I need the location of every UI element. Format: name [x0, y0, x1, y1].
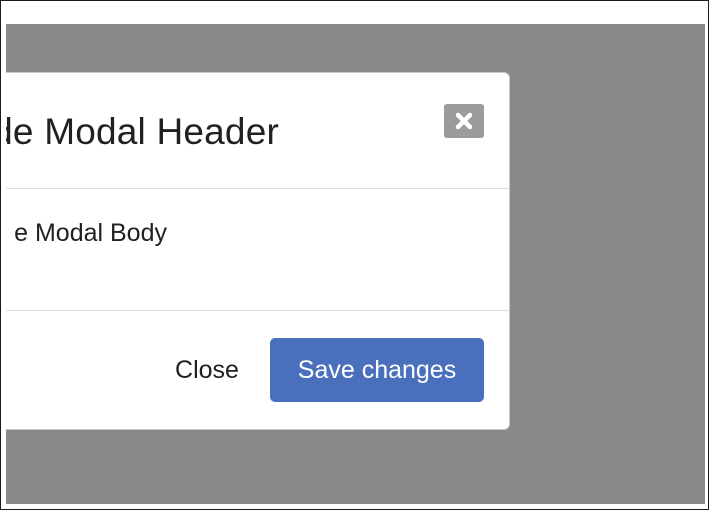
- modal-footer: Close Save changes: [6, 311, 509, 429]
- modal-header: de Modal Header: [6, 73, 509, 189]
- screenshot-frame: de Modal Header e Modal Body Close Save …: [0, 0, 709, 510]
- modal-backdrop[interactable]: de Modal Header e Modal Body Close Save …: [6, 24, 705, 504]
- close-x-glyph: [455, 112, 473, 130]
- close-icon[interactable]: [444, 104, 484, 138]
- modal-body-text: e Modal Body: [14, 219, 167, 247]
- close-button[interactable]: Close: [157, 338, 257, 402]
- modal-dialog: de Modal Header e Modal Body Close Save …: [6, 72, 510, 430]
- save-changes-button[interactable]: Save changes: [270, 338, 484, 402]
- modal-body: e Modal Body: [6, 189, 509, 311]
- modal-title: de Modal Header: [6, 111, 279, 152]
